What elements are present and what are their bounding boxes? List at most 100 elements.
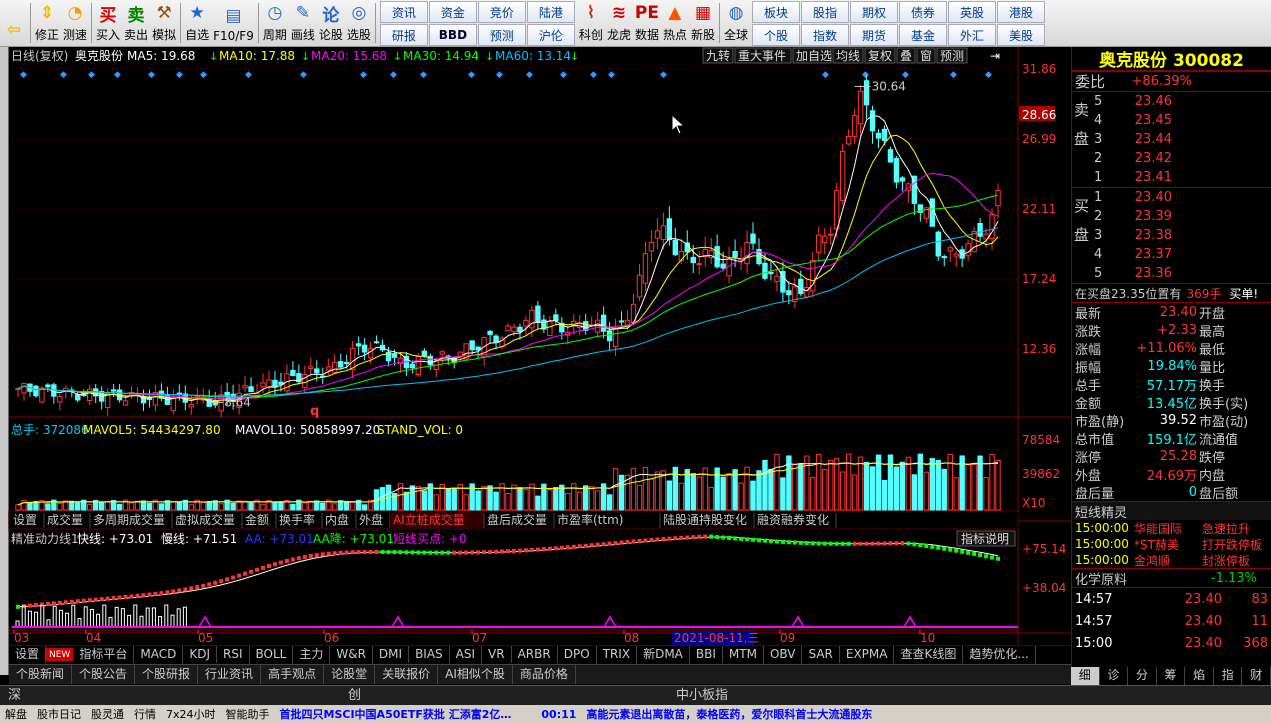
indicator-tab[interactable]: 设置: [9, 646, 47, 663]
tbb-kechuang-button[interactable]: ⌇ 科创: [577, 0, 605, 46]
volume-bar[interactable]: [648, 478, 655, 511]
status-item[interactable]: 智能助手: [221, 706, 275, 722]
sell-level-row[interactable]: 1 23.41: [1072, 168, 1271, 187]
tbb-hot-button[interactable]: ▲ 热点: [661, 0, 689, 46]
candle-body[interactable]: [600, 314, 607, 332]
volume-bar[interactable]: [463, 494, 469, 511]
news-tab[interactable]: 关联报价: [375, 665, 439, 684]
volume-bar[interactable]: [917, 453, 924, 511]
toolbar-grid-item[interactable]: BBD: [428, 24, 477, 46]
toolbar-grid-item[interactable]: 期权: [850, 1, 899, 23]
candle-body[interactable]: [308, 366, 314, 369]
toolbar-grid-item[interactable]: 指数: [801, 24, 850, 46]
toolbar-grid-item[interactable]: 外汇: [948, 24, 997, 46]
candle-body[interactable]: [373, 341, 380, 344]
volume-bar[interactable]: [726, 473, 732, 511]
quote-tab[interactable]: 细: [1071, 667, 1100, 685]
toolbar-grid-item[interactable]: 英股: [948, 1, 997, 23]
candle-body[interactable]: [487, 330, 493, 336]
volume-bar[interactable]: [511, 484, 517, 511]
indicator-tab[interactable]: W&R: [330, 646, 373, 663]
quote-tab[interactable]: 指: [1214, 667, 1243, 685]
volume-bar[interactable]: [475, 490, 481, 511]
candle-body[interactable]: [875, 132, 882, 139]
volume-bar[interactable]: [863, 461, 870, 511]
volume-bar[interactable]: [553, 487, 559, 511]
volume-bar[interactable]: [582, 485, 589, 511]
candle-body[interactable]: [439, 351, 445, 355]
toolbar-grid-item[interactable]: 美股: [997, 24, 1046, 46]
candle-body[interactable]: [881, 128, 888, 141]
event-diamond-icon[interactable]: ◆: [114, 70, 121, 80]
candle-body[interactable]: [594, 319, 601, 333]
volume-tab[interactable]: 虚拟成交量: [175, 512, 235, 527]
volume-bar[interactable]: [487, 485, 493, 511]
volume-bar[interactable]: [750, 480, 756, 511]
indicator-tab[interactable]: VR: [482, 646, 512, 663]
volume-bar[interactable]: [27, 501, 33, 511]
volume-bar[interactable]: [630, 468, 637, 511]
event-diamond-icon[interactable]: ◆: [300, 70, 307, 80]
news-tab[interactable]: AI相似个股: [438, 665, 513, 684]
volume-bar[interactable]: [170, 501, 177, 511]
volume-bar[interactable]: [762, 459, 768, 511]
candle-body[interactable]: [654, 230, 661, 239]
volume-bar[interactable]: [857, 456, 864, 511]
volume-bar[interactable]: [577, 491, 583, 511]
volume-bar[interactable]: [588, 486, 595, 511]
indicator-tab[interactable]: 查查K线图: [894, 646, 964, 663]
candle-body[interactable]: [110, 389, 117, 392]
candle-body[interactable]: [260, 382, 266, 388]
volume-bar[interactable]: [905, 456, 912, 511]
volume-bar[interactable]: [983, 477, 989, 511]
volume-bar[interactable]: [606, 494, 613, 511]
candle-body[interactable]: [887, 149, 894, 163]
kline-chart-svg[interactable]: 日线(复权) 奥克股份 MA5: 19.68 ↓ MA10: 17.88 ↓ MA20: 1…: [0, 47, 1071, 645]
volume-bar[interactable]: [720, 476, 726, 511]
candle-body[interactable]: [798, 278, 804, 295]
candle-body[interactable]: [314, 368, 320, 374]
toolbar-grid-item[interactable]: 资讯: [379, 1, 428, 23]
candle-body[interactable]: [39, 387, 45, 403]
tb-up-down-arrows-button[interactable]: ⇕ 修正: [33, 0, 61, 46]
event-diamond-icon[interactable]: ◆: [950, 70, 957, 80]
volume-tab[interactable]: 成交量: [47, 512, 83, 527]
volume-bar[interactable]: [738, 482, 744, 511]
volume-tab[interactable]: 盘后成交量: [487, 512, 547, 527]
event-diamond-icon[interactable]: ◆: [902, 70, 909, 80]
indicator-tab[interactable]: MTM: [723, 646, 764, 663]
volume-bar[interactable]: [618, 474, 625, 511]
indicator-tab[interactable]: SAR: [802, 646, 840, 663]
candle-body[interactable]: [57, 395, 63, 403]
volume-bar[interactable]: [15, 504, 21, 511]
candle-body[interactable]: [505, 325, 511, 332]
toolbar-grid-item[interactable]: 竞价: [477, 1, 526, 23]
candle-body[interactable]: [965, 243, 971, 257]
candle-body[interactable]: [863, 80, 870, 106]
volume-bar[interactable]: [660, 470, 667, 511]
short-elf-title-row[interactable]: 短线精灵: [1072, 501, 1271, 521]
volume-bar[interactable]: [260, 503, 266, 511]
volume-bar[interactable]: [21, 499, 27, 511]
volume-bar[interactable]: [678, 482, 685, 511]
candle-body[interactable]: [833, 190, 840, 230]
toolbar-grid-item[interactable]: 板块: [752, 1, 801, 23]
volume-tab[interactable]: 内盘: [325, 512, 349, 527]
news-tab[interactable]: 个股新闻: [9, 665, 73, 684]
candle-body[interactable]: [517, 326, 523, 333]
indicator-tab[interactable]: 主力: [293, 646, 331, 663]
indicator-tab[interactable]: DMI: [373, 646, 410, 663]
toolbar-grid-item[interactable]: 陆港: [526, 1, 575, 23]
candle-body[interactable]: [349, 347, 356, 371]
volume-bar[interactable]: [923, 471, 930, 511]
event-diamond-icon[interactable]: ◆: [88, 70, 95, 80]
volume-bar[interactable]: [451, 488, 457, 511]
volume-bar[interactable]: [188, 504, 194, 511]
candle-body[interactable]: [732, 250, 738, 258]
indicator-tab[interactable]: 趋势优化...: [963, 646, 1036, 663]
candle-body[interactable]: [636, 274, 643, 298]
buy-level-row[interactable]: 2 23.39: [1072, 207, 1271, 226]
event-diamond-icon[interactable]: ◆: [420, 70, 427, 80]
event-diamond-icon[interactable]: ◆: [468, 70, 475, 80]
volume-bar[interactable]: [816, 453, 822, 511]
